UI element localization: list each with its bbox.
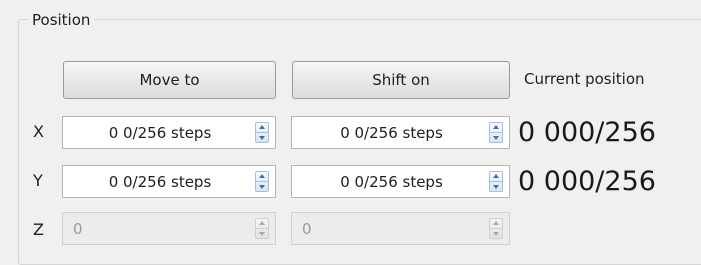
current-position-label: Current position	[524, 70, 645, 88]
y-shift-on-spinbox[interactable]: 0 0/256 steps	[291, 165, 510, 198]
spin-up-arrow-icon[interactable]	[493, 174, 499, 178]
spin-down-arrow-icon[interactable]	[493, 185, 499, 189]
spin-down-arrow-icon[interactable]	[259, 136, 265, 140]
spin-arrow-separator	[256, 132, 268, 133]
axis-label-y: Y	[33, 171, 43, 190]
spin-arrow-separator	[490, 132, 502, 133]
z-shift-on-spin-arrows	[489, 218, 503, 239]
y-move-to-value: 0 0/256 steps	[108, 172, 212, 191]
spin-down-arrow-icon[interactable]	[259, 185, 265, 189]
y-current-position: 0 000/256	[518, 166, 656, 197]
x-move-to-spin-arrows[interactable]	[255, 122, 269, 143]
z-shift-on-value: 0	[302, 219, 312, 238]
x-shift-on-spinbox[interactable]: 0 0/256 steps	[291, 116, 510, 149]
move-to-button[interactable]: Move to	[63, 61, 276, 99]
spin-arrow-separator	[490, 181, 502, 182]
z-move-to-spinbox: 0	[62, 212, 276, 245]
x-shift-on-value: 0 0/256 steps	[340, 123, 443, 142]
z-move-to-spin-arrows	[255, 218, 269, 239]
y-move-to-spinbox[interactable]: 0 0/256 steps	[62, 165, 276, 198]
y-shift-on-spin-arrows[interactable]	[489, 171, 503, 192]
spin-up-arrow-icon	[493, 221, 499, 225]
spin-down-arrow-icon	[493, 232, 499, 236]
spin-up-arrow-icon[interactable]	[493, 125, 499, 129]
spin-arrow-separator	[490, 228, 502, 229]
x-move-to-value: 0 0/256 steps	[108, 123, 212, 142]
x-current-position: 0 000/256	[518, 117, 656, 148]
axis-label-x: X	[33, 122, 44, 141]
spin-up-arrow-icon[interactable]	[259, 174, 265, 178]
y-move-to-spin-arrows[interactable]	[255, 171, 269, 192]
position-group-title: Position	[28, 11, 95, 29]
spin-down-arrow-icon	[259, 232, 265, 236]
spin-down-arrow-icon[interactable]	[493, 136, 499, 140]
x-move-to-spinbox[interactable]: 0 0/256 steps	[62, 116, 276, 149]
y-shift-on-value: 0 0/256 steps	[340, 172, 443, 191]
axis-label-z: Z	[33, 220, 44, 239]
x-shift-on-spin-arrows[interactable]	[489, 122, 503, 143]
z-shift-on-spinbox: 0	[291, 212, 510, 245]
spin-up-arrow-icon[interactable]	[259, 125, 265, 129]
spin-arrow-separator	[256, 228, 268, 229]
spin-up-arrow-icon	[259, 221, 265, 225]
spin-arrow-separator	[256, 181, 268, 182]
z-move-to-value: 0	[73, 219, 83, 238]
shift-on-button[interactable]: Shift on	[292, 61, 510, 99]
